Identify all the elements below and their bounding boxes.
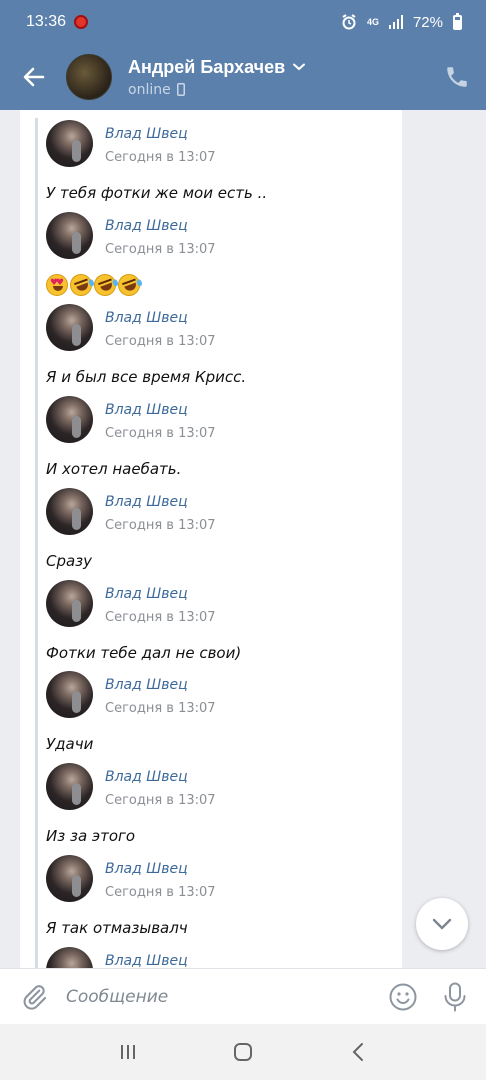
message-text: Фотки тебе дал не свои) [46,644,242,662]
home-icon [233,1043,252,1061]
author-avatar[interactable] [46,855,93,902]
paperclip-icon[interactable] [20,983,48,1011]
message-time: Сегодня в 13:07 [105,426,216,441]
author-name[interactable]: Влад Швец [105,769,188,785]
message-time: Сегодня в 13:07 [105,701,216,716]
battery-percent: 72% [412,13,443,31]
system-nav-bar [0,1024,486,1080]
back-button[interactable] [18,61,50,93]
chat-titlebar: Андрей Бархачев online [0,44,486,110]
author-name[interactable]: Влад Швец [105,677,188,693]
rofl-emoji-icon [66,270,96,300]
contact-status: online [128,81,171,98]
contact-avatar[interactable] [66,54,112,100]
emoji-row [46,270,144,300]
message-text: И хотел наебать. [46,460,182,478]
battery-icon [453,12,462,30]
author-name[interactable]: Влад Швец [105,310,188,326]
arrow-left-icon [23,67,45,87]
author-avatar[interactable] [46,396,93,443]
quote-line [35,118,38,968]
recent-apps-button[interactable] [108,1032,148,1072]
message-composer [0,968,486,1024]
chevron-down-icon [432,918,452,930]
author-name[interactable]: Влад Швец [105,494,188,510]
message-time: Сегодня в 13:07 [105,793,216,808]
notification-icon [74,15,89,29]
message-text: Удачи [46,735,94,753]
author-name[interactable]: Влад Швец [105,953,188,968]
forwarded-messages: Влад Швец Сегодня в 13:07 У тебя фотки же … [20,110,402,968]
mobile-phone-icon [176,83,185,96]
recent-apps-icon [120,1045,135,1059]
scroll-down-button[interactable] [416,898,468,950]
heart-eyes-emoji-icon [46,274,68,296]
contact-name: Андрей Бархачев [128,56,286,77]
message-text: Я и был все время Крисс. [46,368,247,386]
contact-info[interactable]: Андрей Бархачев online [128,56,306,98]
author-name[interactable]: Влад Швец [105,218,188,234]
smile-icon[interactable] [388,982,418,1012]
message-time: Сегодня в 13:07 [105,334,216,349]
status-icons: 4G 72% [341,12,462,31]
message-time: Сегодня в 13:07 [105,242,216,257]
author-avatar[interactable] [46,304,93,351]
author-avatar[interactable] [46,488,93,535]
back-chevron-icon [352,1043,364,1061]
message-time: Сегодня в 13:07 [105,885,216,900]
home-button[interactable] [223,1032,263,1072]
alarm-icon [342,14,356,30]
author-name[interactable]: Влад Швец [105,402,188,418]
author-name[interactable]: Влад Швец [105,861,188,877]
message-text: Из за этого [46,827,136,845]
phone-icon[interactable] [444,64,470,90]
chevron-down-icon [293,63,306,71]
author-avatar[interactable] [46,947,93,968]
rofl-emoji-icon [90,270,120,300]
message-input[interactable] [66,986,346,1007]
status-bar: 13:36 4G 72% [0,0,486,44]
author-avatar[interactable] [46,120,93,167]
message-text: Сразу [46,552,93,570]
microphone-icon[interactable] [442,982,468,1012]
author-avatar[interactable] [46,671,93,718]
message-time: Сегодня в 13:07 [105,610,216,625]
author-name[interactable]: Влад Швец [105,586,188,602]
signal-icon [388,15,403,29]
message-time: Сегодня в 13:07 [105,518,216,533]
back-nav-button[interactable] [338,1032,378,1072]
clock: 13:36 [26,13,67,30]
author-avatar[interactable] [46,763,93,810]
network-type: 4G [366,17,379,27]
author-avatar[interactable] [46,580,93,627]
author-name[interactable]: Влад Швец [105,126,188,142]
rofl-emoji-icon [114,270,144,300]
message-time: Сегодня в 13:07 [105,150,216,165]
message-text: У тебя фотки же мои есть .. [46,184,268,202]
app-header: 13:36 4G 72% Андрей Бархачев online [0,0,486,110]
author-avatar[interactable] [46,212,93,259]
message-text: Я так отмазывалч [46,919,188,937]
